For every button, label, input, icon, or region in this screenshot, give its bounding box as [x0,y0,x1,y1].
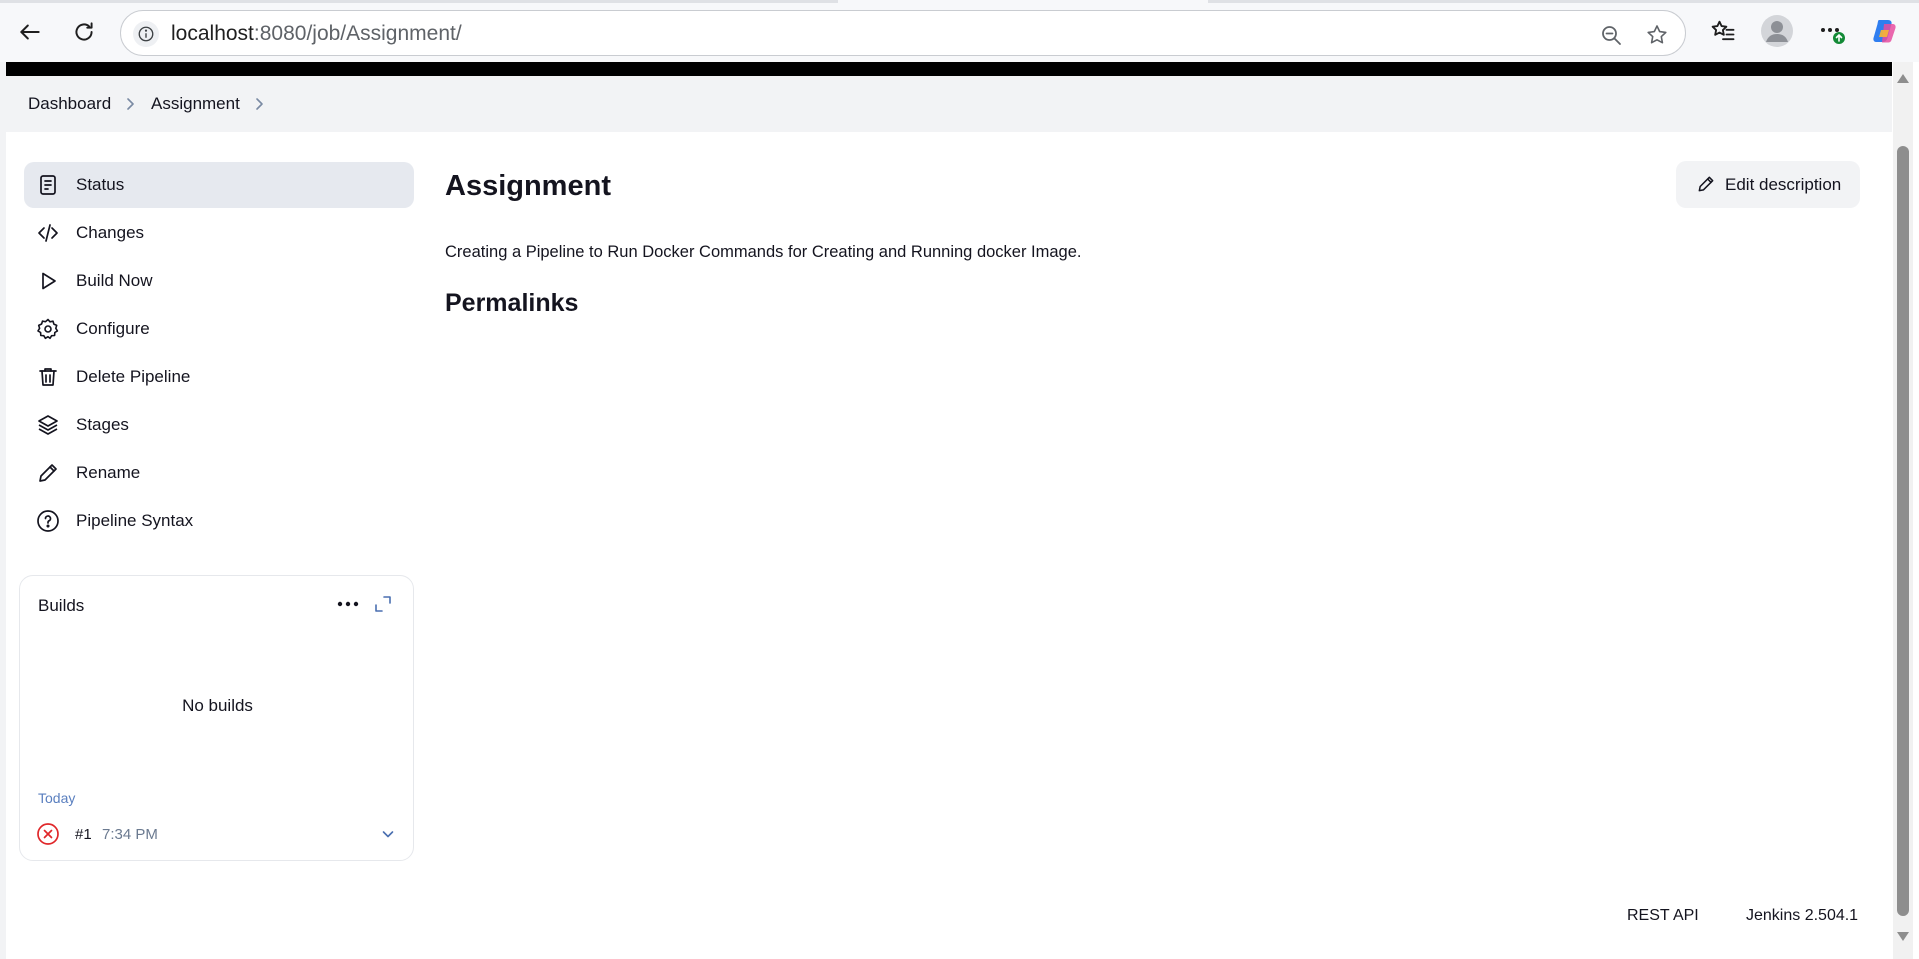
no-builds-text: No builds [182,696,253,715]
address-bar[interactable]: localhost:8080/job/Assignment/ [120,10,1686,56]
pencil-icon [1698,176,1714,192]
play-icon [42,272,56,290]
breadcrumb-dashboard[interactable]: Dashboard [28,94,111,114]
more-horizontal-icon[interactable] [334,592,362,616]
sidebar-item-configure[interactable]: Configure [24,306,414,352]
job-description: Creating a Pipeline to Run Docker Comman… [445,243,1082,261]
page-edge [0,62,6,959]
sidebar-item-status[interactable]: Status [24,162,414,208]
scrollbar[interactable] [1893,62,1913,959]
sidebar-item-build-now[interactable]: Build Now [24,258,414,304]
tab-divider [1208,0,1919,3]
rest-api-link[interactable]: REST API [1627,907,1699,925]
back-button[interactable] [12,14,48,50]
menu-button[interactable] [1816,16,1846,46]
sidebar-item-delete-pipeline[interactable]: Delete Pipeline [24,354,414,400]
build-row[interactable]: #1 7:34 PM [28,816,406,852]
chevron-right-icon [127,98,134,110]
pencil-icon [39,464,57,482]
sidebar-item-label: Configure [76,319,150,338]
edit-description-button[interactable]: Edit description [1676,161,1860,208]
favorites-button[interactable] [1708,16,1738,46]
builds-title: Builds [38,596,85,615]
favorites-icon [1711,20,1735,41]
page-title: Assignment [445,170,611,202]
sidebar-item-label: Delete Pipeline [76,367,191,386]
arrow-left-icon [20,24,40,40]
reload-icon [75,22,93,41]
scroll-up-icon[interactable] [1897,74,1909,83]
build-number[interactable]: #1 [75,826,92,843]
url-text: localhost:8080/job/Assignment/ [171,22,462,46]
build-time: 7:34 PM [102,826,158,843]
scrollbar-thumb[interactable] [1897,146,1909,916]
profile-button[interactable] [1760,14,1794,48]
breadcrumb [6,76,1892,132]
copilot-icon [1873,20,1896,43]
sidebar-item-rename[interactable]: Rename [24,450,414,496]
breadcrumb-assignment[interactable]: Assignment [151,94,240,114]
jenkins-version-link[interactable]: Jenkins 2.504.1 [1746,907,1858,925]
tab-divider [0,0,838,3]
site-info-icon[interactable] [133,21,159,47]
builds-widget: Builds No builds Today #1 7:34 PM [19,575,414,861]
sidebar-item-stages[interactable]: Stages [24,402,414,448]
zoom-out-icon[interactable] [1599,23,1623,47]
sidebar-item-changes[interactable]: Changes [24,210,414,256]
sidebar-item-label: Rename [76,463,141,482]
avatar-icon [1761,15,1793,47]
star-icon[interactable] [1645,23,1669,47]
sidebar-item-label: Pipeline Syntax [76,511,194,530]
chevron-down-icon[interactable] [380,826,396,842]
more-horizontal-icon [1821,28,1845,44]
code-icon [38,224,58,242]
reload-button[interactable] [66,14,102,50]
scroll-down-icon[interactable] [1897,932,1909,941]
browser-toolbar: localhost:8080/job/Assignment/ [0,0,1919,62]
sidebar-item-pipeline-syntax[interactable]: Pipeline Syntax [24,498,414,544]
sidebar-item-label: Status [76,175,125,194]
help-circle-icon [37,510,59,532]
failed-status-icon [37,823,59,845]
expand-icon[interactable] [373,594,393,614]
edit-description-label: Edit description [1725,175,1842,194]
sidebar-item-label: Stages [76,415,129,434]
jenkins-header [6,62,1892,76]
gear-icon [37,318,59,340]
sidebar-item-label: Changes [76,223,145,242]
document-icon [40,175,56,195]
copilot-button[interactable] [1870,16,1900,46]
permalinks-heading: Permalinks [445,289,579,317]
layers-icon [38,415,58,435]
url-path: :8080/job/Assignment/ [253,22,462,45]
chevron-right-icon[interactable] [252,94,266,114]
tab-strip [0,0,1919,3]
trash-icon [39,368,57,386]
build-group-label: Today [38,790,76,806]
sidebar-item-label: Build Now [76,271,153,290]
url-host: localhost [171,22,254,45]
